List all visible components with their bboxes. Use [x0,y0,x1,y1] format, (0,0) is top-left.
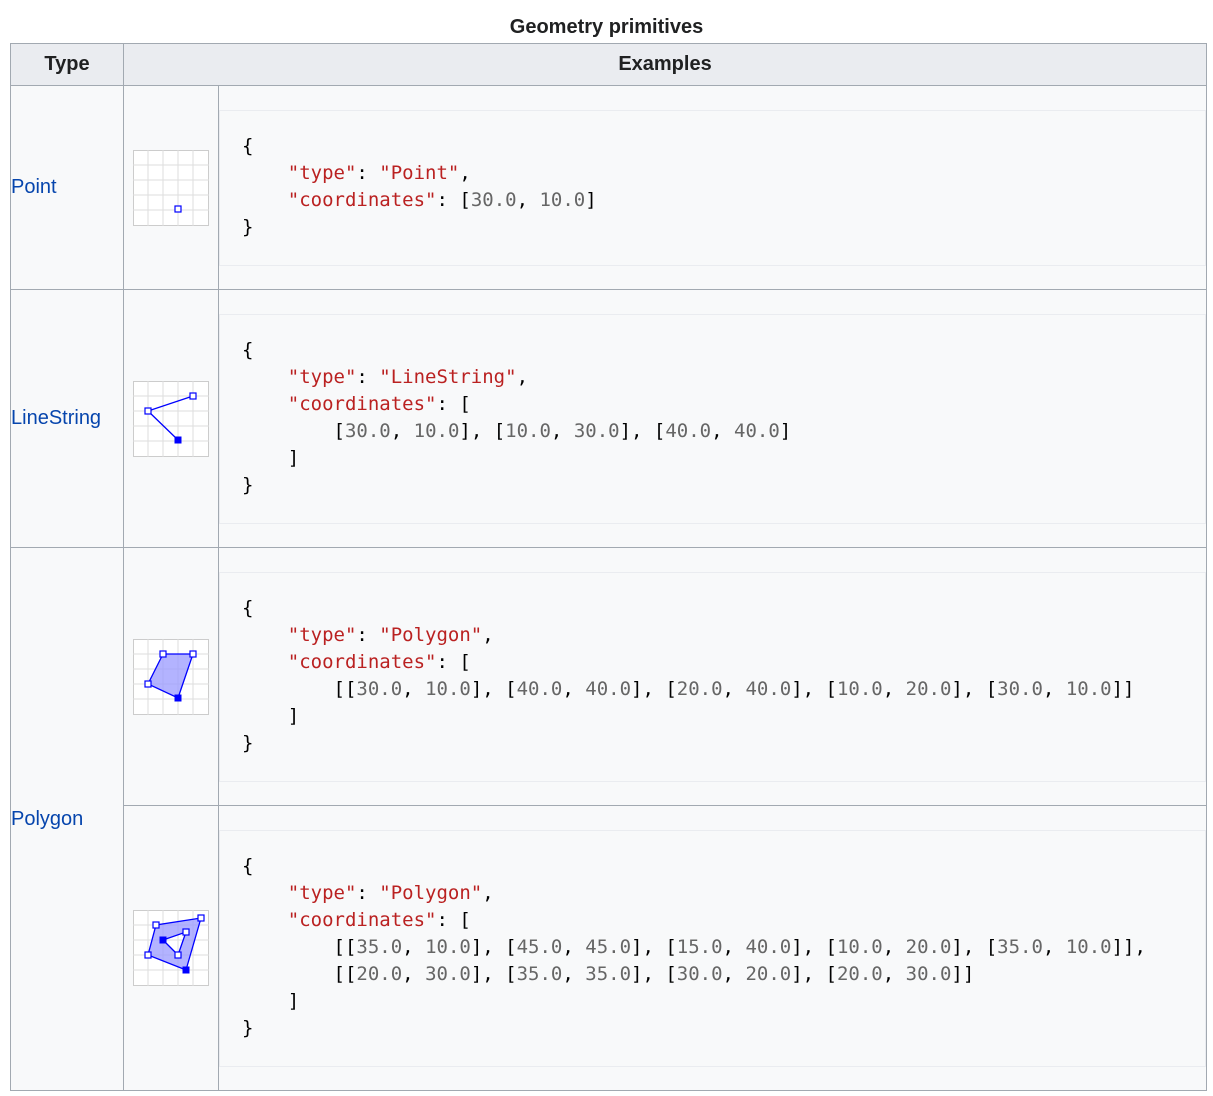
image-cell [123,805,219,1091]
type-cell: Point [10,85,124,290]
table-row: Point { "type": "Point", "coordinates": … [10,85,1208,290]
code-cell: { "type": "Polygon", "coordinates": [ [[… [217,547,1208,806]
header-examples: Examples [122,43,1208,86]
linestring-geometry-icon[interactable] [133,380,209,457]
code-block: { "type": "Point", "coordinates": [30.0,… [219,109,1207,266]
table-row: Polygon {"type": "Polygon", "coordinate… [10,547,1208,1091]
code-cell: { "type": "Point", "coordinates": [30.0,… [217,85,1208,290]
image-cell [123,289,219,548]
code-cell: { "type": "Polygon", "coordinates": [ [[… [217,805,1208,1091]
code-block: { "type": "Polygon", "coordinates": [ [[… [219,571,1207,782]
type-cell: Polygon [10,547,124,1091]
point-link[interactable]: Point [11,176,57,198]
table-caption: Geometry primitives [509,16,704,38]
code-cell: { "type": "LineString", "coordinates": [… [217,289,1208,548]
header-type: Type [10,43,124,86]
linestring-link[interactable]: LineString [11,407,101,429]
code-block: { "type": "LineString", "coordinates": [… [219,313,1207,524]
geometry-primitives-table: Type Examples Point {"type": "Point", "… [10,43,1208,1091]
image-cell [123,85,219,290]
type-cell: LineString [10,289,124,548]
polygon-with-hole-geometry-icon[interactable] [133,910,209,986]
table-row: LineString {"type": "LineString", "coor… [10,289,1208,548]
image-cell [123,547,219,806]
code-block: { "type": "Polygon", "coordinates": [ [[… [219,829,1207,1067]
polygon-geometry-icon[interactable] [133,638,209,715]
polygon-link[interactable]: Polygon [11,808,83,830]
table-row: { "type": "Polygon", "coordinates": [ [[… [11,805,1208,1091]
point-geometry-icon[interactable] [133,149,209,226]
